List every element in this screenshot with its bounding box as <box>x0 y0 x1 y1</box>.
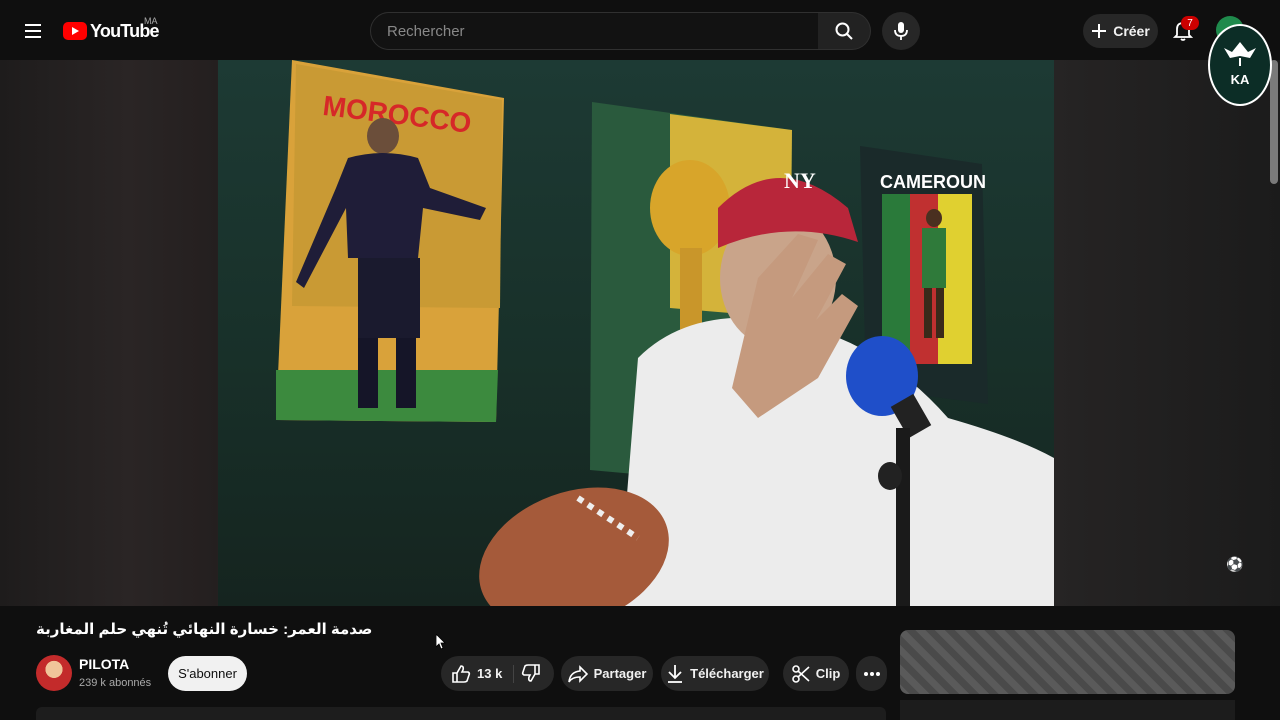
create-label: Créer <box>1113 23 1150 39</box>
channel-name[interactable]: PILOTA <box>79 656 129 672</box>
mouse-cursor-icon <box>435 633 446 655</box>
top-bar: YouTube MA Créer 7 <box>0 0 1280 60</box>
like-divider <box>513 665 514 683</box>
more-actions-button[interactable] <box>856 656 887 691</box>
scissors-icon <box>791 664 810 683</box>
search-box <box>370 12 819 50</box>
clip-label: Clip <box>815 666 841 681</box>
notification-badge: 7 <box>1181 16 1199 30</box>
video-scene: MOROCCO CAMEROUN NY <box>276 60 1054 606</box>
microphone-icon <box>894 22 908 40</box>
clip-button[interactable]: Clip <box>783 656 849 691</box>
subscribe-button[interactable]: S'abonner <box>168 656 247 691</box>
like-dislike-group: 13 k <box>441 656 554 691</box>
video-watermark-icon: ⚽ <box>1226 556 1244 572</box>
svg-text:ΚΑ: ΚΑ <box>1231 72 1250 87</box>
poster-right-text: CAMEROUN <box>880 172 986 192</box>
like-count: 13 k <box>477 666 503 681</box>
video-frame[interactable]: MOROCCO CAMEROUN NY <box>218 58 1054 606</box>
page-scrollbar[interactable] <box>1270 60 1278 184</box>
download-label: Télécharger <box>690 666 764 681</box>
search-button[interactable] <box>818 12 871 50</box>
download-button[interactable]: Télécharger <box>661 656 769 691</box>
plus-icon <box>1092 24 1107 38</box>
voice-search-button[interactable] <box>882 12 920 50</box>
menu-icon[interactable] <box>18 16 48 46</box>
thumbs-up-icon <box>452 664 471 683</box>
more-horizontal-icon <box>863 671 880 676</box>
share-icon <box>567 664 588 683</box>
dislike-button[interactable] <box>521 663 541 686</box>
video-title: صدمة العمر: خسارة النهائي تُنهي حلم المغ… <box>36 621 373 638</box>
search-input[interactable] <box>385 21 818 41</box>
channel-subscribers: 239 k abonnés <box>79 677 152 689</box>
region-code: MA <box>144 16 158 26</box>
channel-avatar[interactable] <box>36 655 72 691</box>
create-button[interactable]: Créer <box>1083 14 1158 48</box>
like-button[interactable]: 13 k <box>441 664 502 684</box>
thumbs-down-icon <box>521 664 540 682</box>
recommended-video-info[interactable] <box>900 700 1235 720</box>
search-icon <box>835 22 853 40</box>
share-button[interactable]: Partager <box>561 656 653 691</box>
download-icon <box>668 664 683 683</box>
morocco-poster: MOROCCO <box>276 60 504 422</box>
recommended-video-thumbnail[interactable] <box>900 630 1235 694</box>
channel-watermark-logo: ΚΑ <box>1208 24 1272 106</box>
play-logo-icon <box>63 22 87 40</box>
description-box[interactable] <box>36 707 886 720</box>
share-label: Partager <box>593 666 647 681</box>
cap-logo: NY <box>784 168 816 193</box>
